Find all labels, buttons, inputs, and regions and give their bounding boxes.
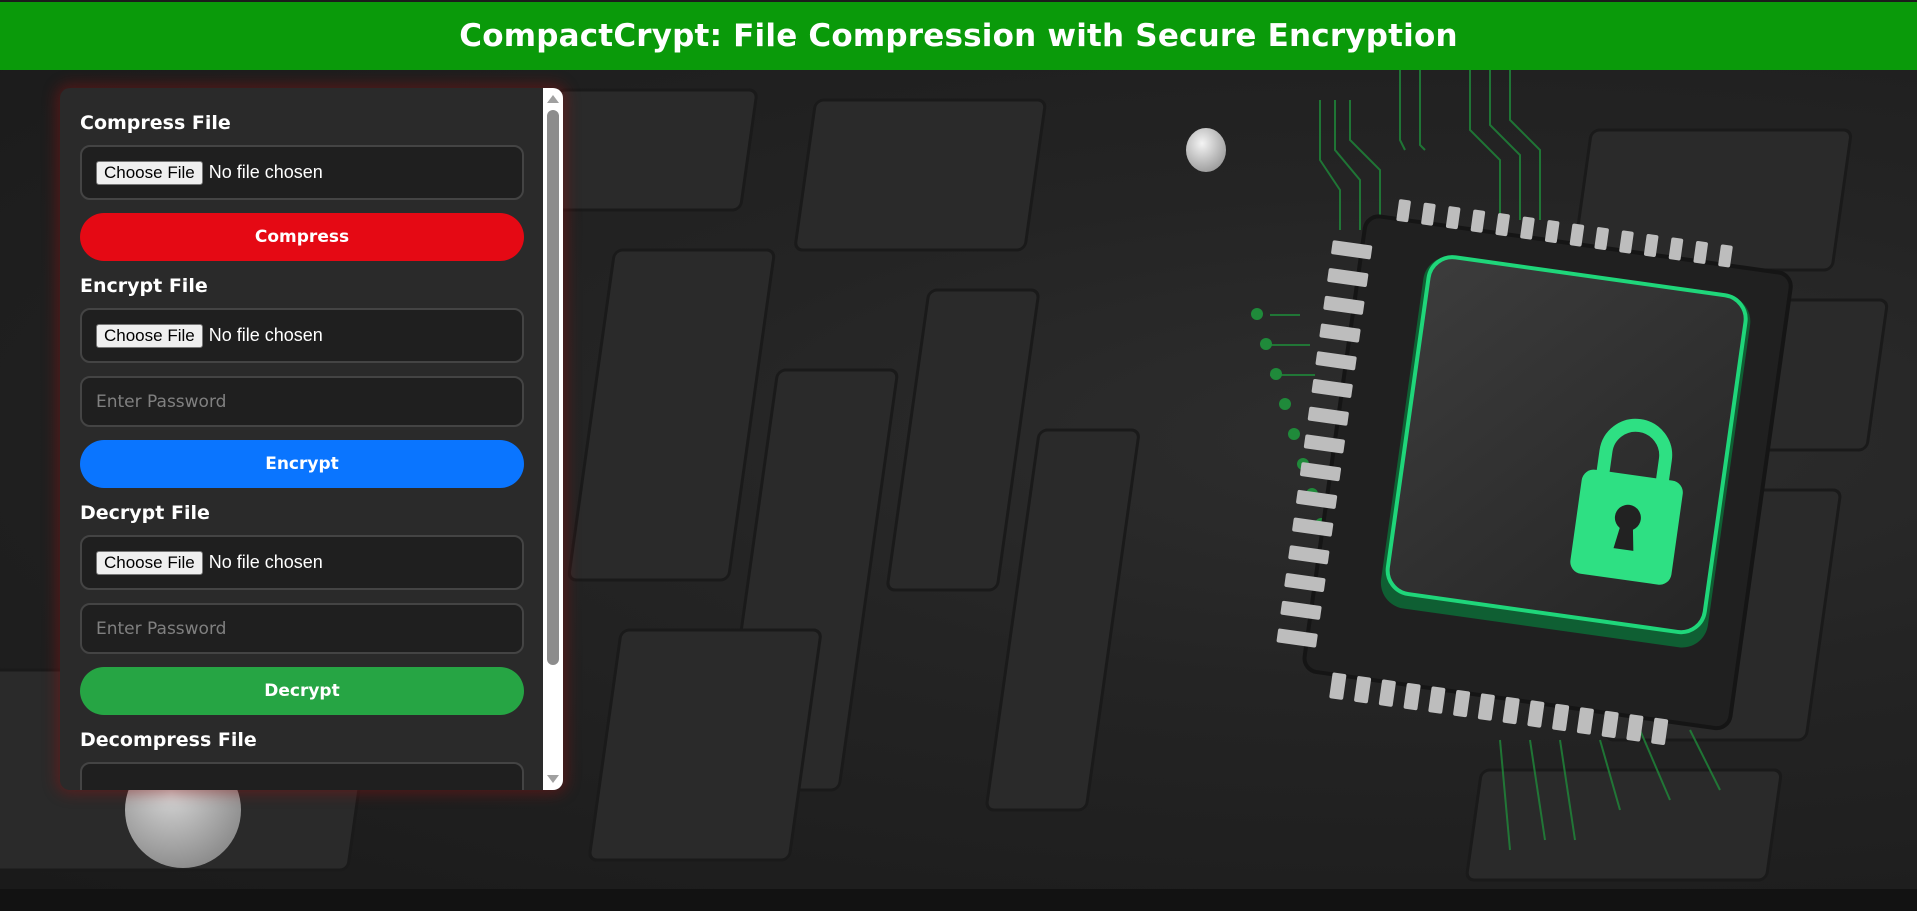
- decrypt-password-input[interactable]: [80, 603, 524, 654]
- compress-button[interactable]: Compress: [80, 213, 524, 261]
- decompress-file-input[interactable]: [80, 762, 524, 790]
- page-title: CompactCrypt: File Compression with Secu…: [459, 18, 1458, 54]
- decrypt-file-input[interactable]: Choose File No file chosen: [80, 535, 524, 590]
- compress-choose-file-button[interactable]: Choose File: [96, 160, 203, 185]
- scroll-thumb[interactable]: [547, 110, 559, 665]
- decrypt-section: Decrypt File Choose File No file chosen …: [80, 502, 524, 715]
- decrypt-file-status: No file chosen: [208, 552, 323, 572]
- scroll-down-arrow-icon[interactable]: [547, 775, 559, 783]
- encrypt-password-input[interactable]: [80, 376, 524, 427]
- compress-section: Compress File Choose File No file chosen…: [80, 112, 524, 261]
- encrypt-section: Encrypt File Choose File No file chosen …: [80, 275, 524, 488]
- scroll-up-arrow-icon[interactable]: [547, 95, 559, 103]
- decrypt-section-title: Decrypt File: [80, 502, 210, 524]
- decompress-section: Decompress File: [80, 729, 524, 790]
- decrypt-choose-file-button[interactable]: Choose File: [96, 550, 203, 575]
- compress-file-input[interactable]: Choose File No file chosen: [80, 145, 524, 200]
- compress-section-title: Compress File: [80, 112, 231, 134]
- compress-file-status: No file chosen: [208, 162, 323, 182]
- panel-scrollbar[interactable]: [543, 88, 563, 790]
- encrypt-button[interactable]: Encrypt: [80, 440, 524, 488]
- encrypt-choose-file-button[interactable]: Choose File: [96, 323, 203, 348]
- decompress-section-title: Decompress File: [80, 729, 257, 751]
- operations-panel-content: Compress File Choose File No file chosen…: [60, 88, 542, 790]
- encrypt-section-title: Encrypt File: [80, 275, 208, 297]
- app-window: CompactCrypt: File Compression with Secu…: [0, 0, 1917, 911]
- encrypt-file-input[interactable]: Choose File No file chosen: [80, 308, 524, 363]
- decrypt-button[interactable]: Decrypt: [80, 667, 524, 715]
- encrypt-file-status: No file chosen: [208, 325, 323, 345]
- footer-bar: [0, 889, 1917, 911]
- header-bar: CompactCrypt: File Compression with Secu…: [0, 0, 1917, 70]
- operations-panel: Compress File Choose File No file chosen…: [60, 88, 563, 790]
